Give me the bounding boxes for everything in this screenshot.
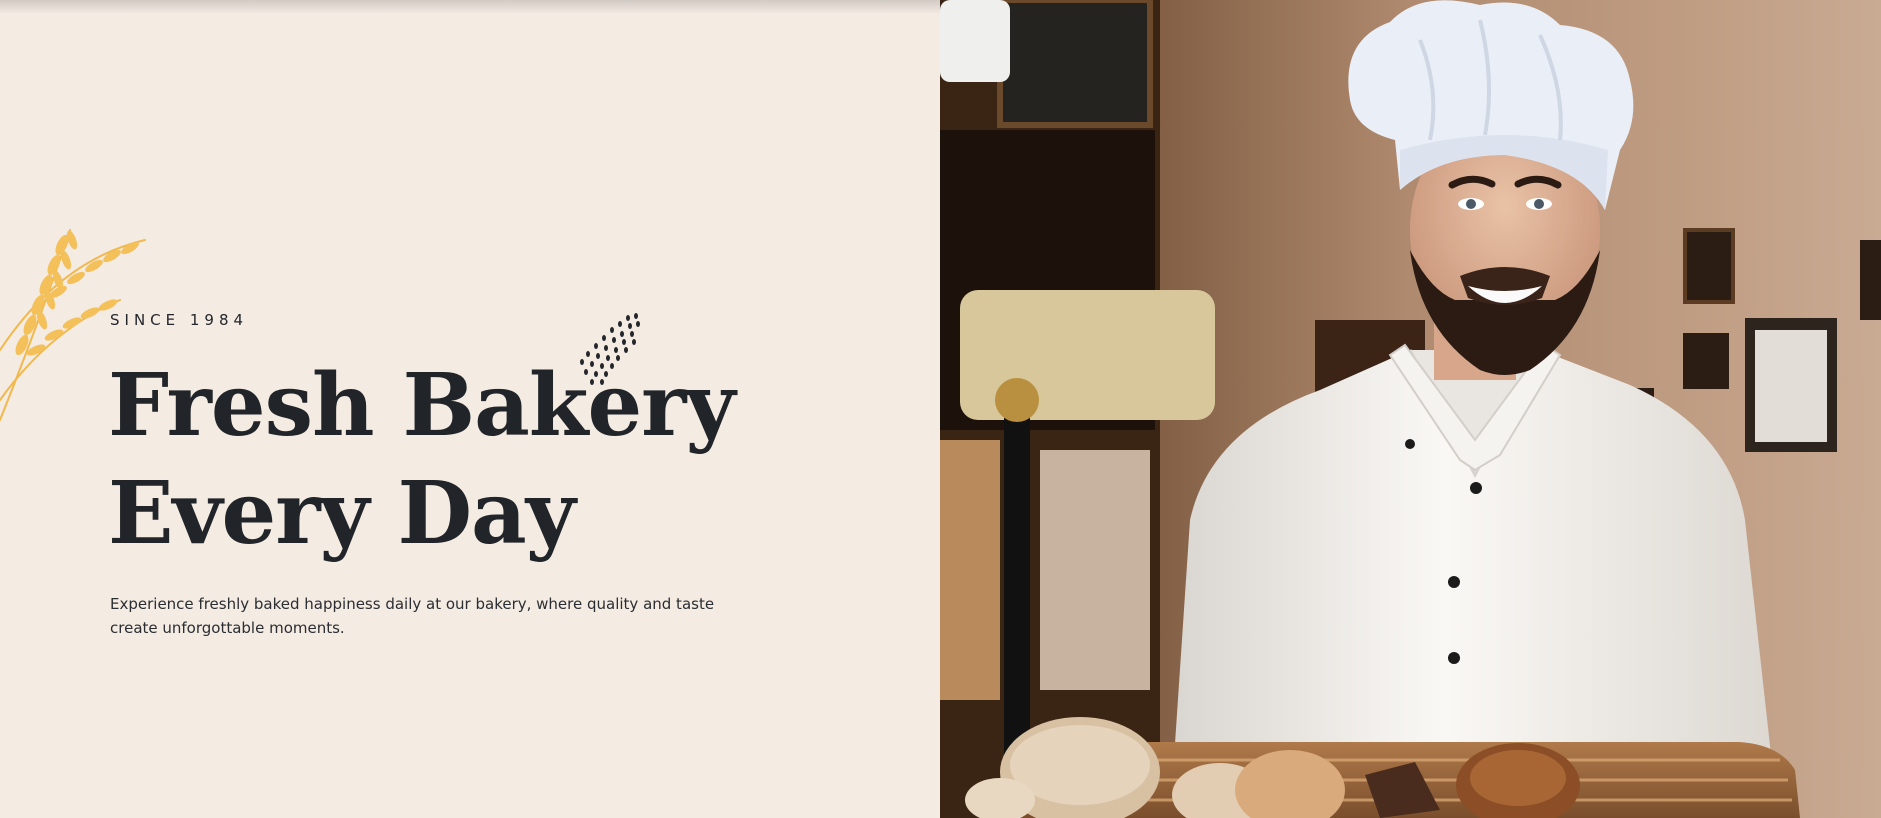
hero-description: Experience freshly baked happiness daily…: [110, 595, 715, 637]
header-shadow: [0, 0, 940, 14]
headline-line-2: Every Day: [108, 463, 576, 564]
hero-headline: Fresh Bakery Every Day: [108, 352, 888, 568]
chef-photo-illustration: [940, 0, 1881, 818]
eyebrow-since: SINCE 1984: [110, 311, 249, 329]
hero-text-panel: SINCE 1984 Fresh Bakery Every Day Experi…: [0, 0, 940, 818]
hero-chef-photo: [940, 0, 1881, 818]
headline-line-1: Fresh Bakery: [108, 355, 735, 456]
